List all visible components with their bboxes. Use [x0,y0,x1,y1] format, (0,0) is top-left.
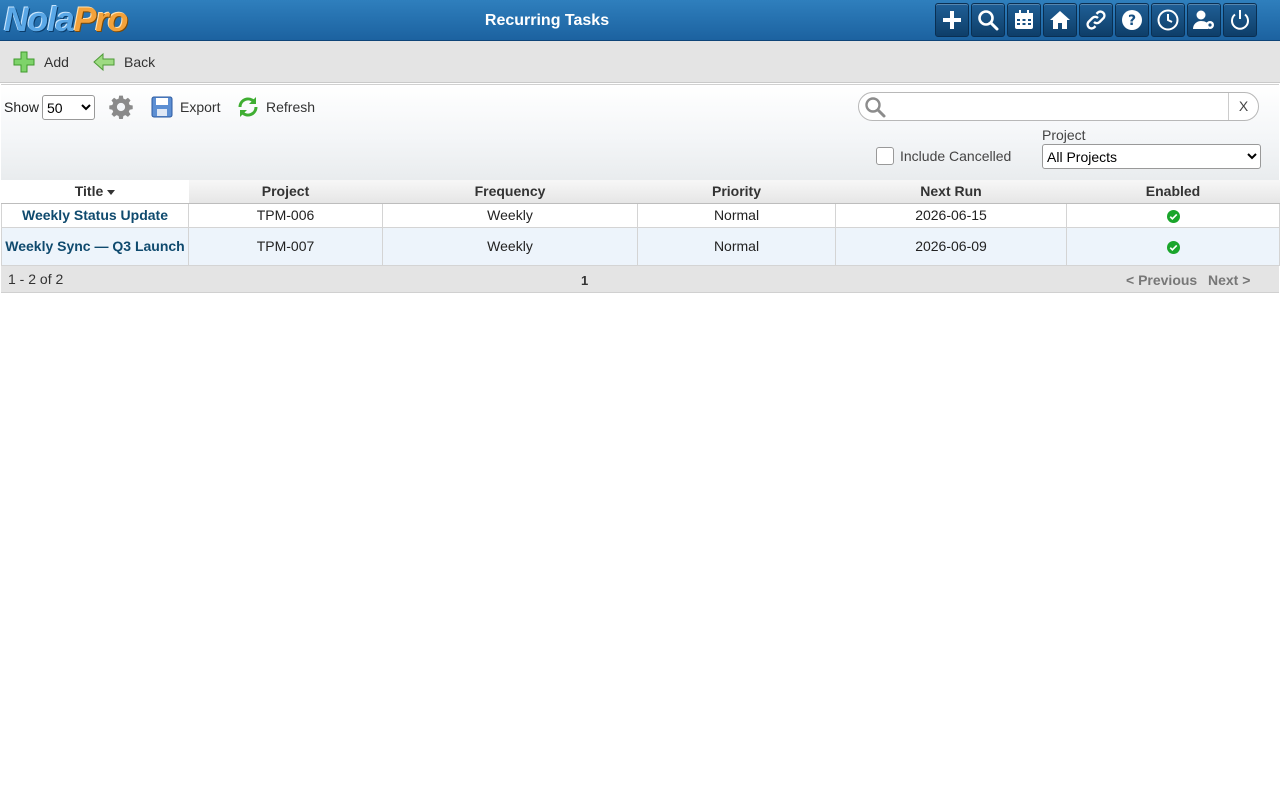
project-filter-select[interactable]: All Projects [1042,144,1261,169]
refresh-icon [238,97,258,117]
action-bar: Add Back [0,41,1280,83]
link-icon[interactable] [1079,3,1113,37]
header-toolbar: ? [935,3,1257,37]
task-title-link[interactable]: Weekly Status Update [1,203,189,228]
page-size-select[interactable]: 50 [42,95,95,120]
project-filter-label: Project [1042,127,1086,143]
power-icon[interactable] [1223,3,1257,37]
task-title-link[interactable]: Weekly Sync — Q3 Launch [1,227,189,266]
show-label: Show [4,99,40,115]
task-enabled [1066,227,1280,266]
user-settings-icon[interactable] [1187,3,1221,37]
home-icon[interactable] [1043,3,1077,37]
recurring-tasks-table: Title Project Frequency Priority Next Ru… [1,180,1280,266]
plus-icon[interactable] [935,3,969,37]
task-next-run: 2026-06-15 [835,203,1067,228]
search-icon [865,97,886,118]
refresh-button[interactable]: Refresh [236,94,315,120]
record-count: 1 - 2 of 2 [8,271,64,287]
search-input[interactable] [889,94,1229,119]
calendar-icon[interactable] [1007,3,1041,37]
task-next-run: 2026-06-09 [835,227,1067,266]
gear-icon[interactable] [108,94,134,120]
add-icon [13,51,35,73]
task-priority: Normal [637,227,836,266]
task-project: TPM-007 [188,227,383,266]
task-enabled [1066,203,1280,228]
back-arrow-icon [93,52,115,72]
task-frequency: Weekly [382,227,638,266]
column-header-next-run[interactable]: Next Run [835,180,1067,204]
sort-desc-icon [107,190,116,196]
back-button[interactable]: Back [92,50,155,74]
enabled-check-icon [1166,240,1180,254]
table-row[interactable]: Weekly Sync — Q3 Launch TPM-007 Weekly N… [1,227,1280,266]
task-frequency: Weekly [382,203,638,228]
column-header-enabled[interactable]: Enabled [1066,180,1280,204]
floppy-disk-icon [151,96,173,118]
export-button[interactable]: Export [150,94,220,120]
next-page-link[interactable]: Next > [1208,272,1250,288]
task-priority: Normal [637,203,836,228]
table-header-row: Title Project Frequency Priority Next Ru… [1,180,1280,204]
clock-icon[interactable] [1151,3,1185,37]
column-header-title[interactable]: Title [1,180,189,204]
include-cancelled-checkbox[interactable] [876,147,894,165]
page-number[interactable]: 1 [581,273,588,288]
table-row[interactable]: Weekly Status Update TPM-006 Weekly Norm… [1,203,1280,228]
task-project: TPM-006 [188,203,383,228]
column-header-frequency[interactable]: Frequency [382,180,638,204]
previous-page-link[interactable]: < Previous [1126,272,1197,288]
top-header: NolaPro Recurring Tasks ? [0,0,1280,41]
column-header-priority[interactable]: Priority [637,180,836,204]
page-title: Recurring Tasks [484,12,610,29]
column-header-project[interactable]: Project [188,180,383,204]
enabled-check-icon [1166,209,1180,223]
pagination-bar: 1 - 2 of 2 1 < Previous Next > [1,266,1279,293]
add-button[interactable]: Add [12,50,69,74]
search-box: X [858,92,1259,121]
filter-panel: Show 50 Export Refresh X Include Cancell… [1,84,1279,180]
svg-text:?: ? [1128,13,1136,29]
search-icon[interactable] [971,3,1005,37]
include-cancelled-toggle[interactable]: Include Cancelled [876,147,1011,165]
search-clear-button[interactable]: X [1228,93,1258,120]
help-icon[interactable]: ? [1115,3,1149,37]
